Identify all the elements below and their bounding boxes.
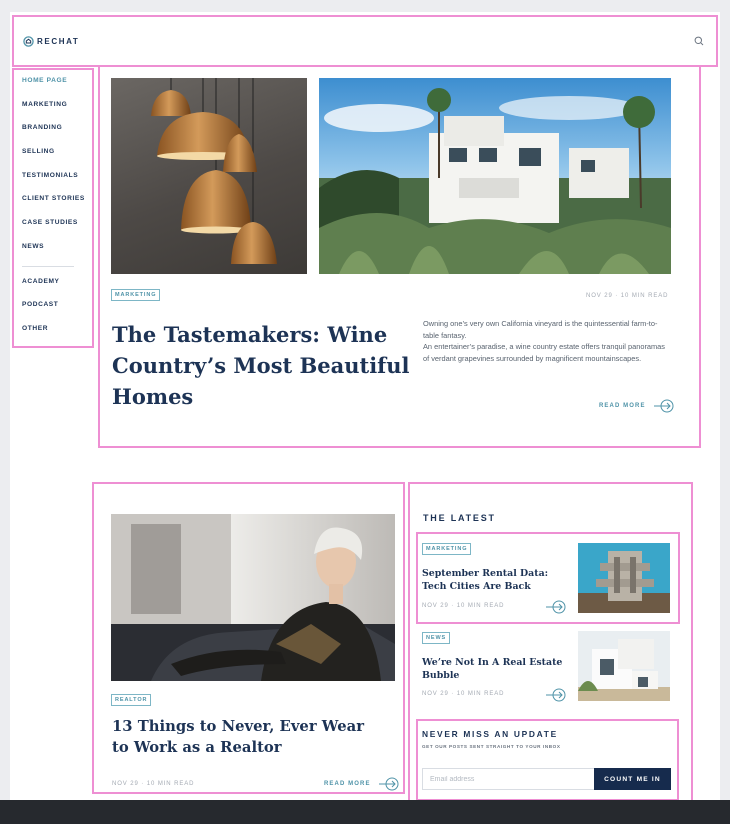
sidebar-item-other[interactable]: OTHER xyxy=(14,324,92,348)
modern-white-house-thumbnail[interactable] xyxy=(578,631,670,701)
sidebar-item-news[interactable]: NEWS xyxy=(14,242,92,266)
sidebar-item-case-studies[interactable]: CASE STUDIES xyxy=(14,218,92,242)
read-more-label: READ MORE xyxy=(324,781,371,787)
site-header: RECHAT xyxy=(12,15,718,67)
hero-article: MARKETING NOV 29 · 10 MIN READ The Taste… xyxy=(98,65,701,448)
feature-title[interactable]: 13 Things to Never, Ever Wear to Work as… xyxy=(112,716,382,758)
sidebar-item-branding[interactable]: BRANDING xyxy=(14,123,92,147)
arrow-right-circle-icon xyxy=(378,777,399,791)
woman-portrait-image[interactable] xyxy=(111,514,395,681)
sidebar-item-client-stories[interactable]: CLIENT STORIES xyxy=(14,194,92,218)
latest-post-item[interactable]: NEWS We’re Not In A Real Estate Bubble N… xyxy=(418,625,678,707)
brutalist-building-thumbnail[interactable] xyxy=(578,543,670,613)
arrow-right-circle-icon[interactable] xyxy=(546,600,566,614)
sidebar-item-academy[interactable]: ACADEMY xyxy=(14,277,92,301)
newsletter-signup: NEVER MISS AN UPDATE GET OUR POSTS SENT … xyxy=(416,719,679,801)
sidebar-item-marketing[interactable]: MARKETING xyxy=(14,100,92,124)
hero-read-more-link[interactable]: READ MORE xyxy=(599,399,674,413)
newsletter-title: NEVER MISS AN UPDATE xyxy=(422,729,558,739)
search-icon[interactable] xyxy=(694,36,704,46)
latest-post-item[interactable]: MARKETING September Rental Data: Tech Ci… xyxy=(416,532,680,624)
feature-article-card: REALTOR 13 Things to Never, Ever Wear to… xyxy=(92,482,405,794)
feature-category-tag[interactable]: REALTOR xyxy=(111,694,152,706)
post-title[interactable]: We’re Not In A Real Estate Bubble xyxy=(422,656,572,682)
white-villa-image[interactable] xyxy=(319,78,671,274)
hero-category-tag[interactable]: MARKETING xyxy=(111,289,161,301)
logo[interactable]: RECHAT xyxy=(23,35,80,47)
sidebar-item-selling[interactable]: SELLING xyxy=(14,147,92,171)
feature-read-more-link[interactable]: READ MORE xyxy=(324,777,399,791)
sidebar-item-home-page[interactable]: HOME PAGE xyxy=(14,76,92,100)
hero-meta: NOV 29 · 10 MIN READ xyxy=(586,293,669,299)
sidebar-item-podcast[interactable]: PODCAST xyxy=(14,300,92,324)
arrow-right-circle-icon[interactable] xyxy=(546,688,566,702)
sidebar-item-testimonials[interactable]: TESTIMONIALS xyxy=(14,171,92,195)
count-me-in-button[interactable]: COUNT ME IN xyxy=(594,768,671,790)
hero-title[interactable]: The Tastemakers: Wine Country’s Most Bea… xyxy=(112,319,412,412)
post-meta: NOV 29 · 10 MIN READ xyxy=(422,603,505,609)
house-logo-icon xyxy=(23,35,34,47)
hero-excerpt: Owning one’s very own California vineyar… xyxy=(423,319,665,363)
email-field[interactable] xyxy=(422,768,594,790)
feature-meta: NOV 29 · 10 MIN READ xyxy=(112,781,195,787)
newsletter-subtitle: GET OUR POSTS SENT STRAIGHT TO YOUR INBO… xyxy=(422,744,561,749)
bottom-bar xyxy=(0,800,730,824)
sidebar-nav: HOME PAGE MARKETING BRANDING SELLING TES… xyxy=(12,68,94,348)
post-category-tag[interactable]: MARKETING xyxy=(422,543,472,555)
pendant-lamps-image[interactable] xyxy=(111,78,307,274)
read-more-label: READ MORE xyxy=(599,403,646,409)
post-title[interactable]: September Rental Data: Tech Cities Are B… xyxy=(422,567,572,593)
post-meta: NOV 29 · 10 MIN READ xyxy=(422,691,505,697)
brand-name: RECHAT xyxy=(37,36,80,46)
arrow-right-circle-icon xyxy=(653,399,674,413)
post-category-tag[interactable]: NEWS xyxy=(422,632,451,644)
latest-heading: THE LATEST xyxy=(423,513,496,523)
sidebar-divider xyxy=(22,265,74,267)
